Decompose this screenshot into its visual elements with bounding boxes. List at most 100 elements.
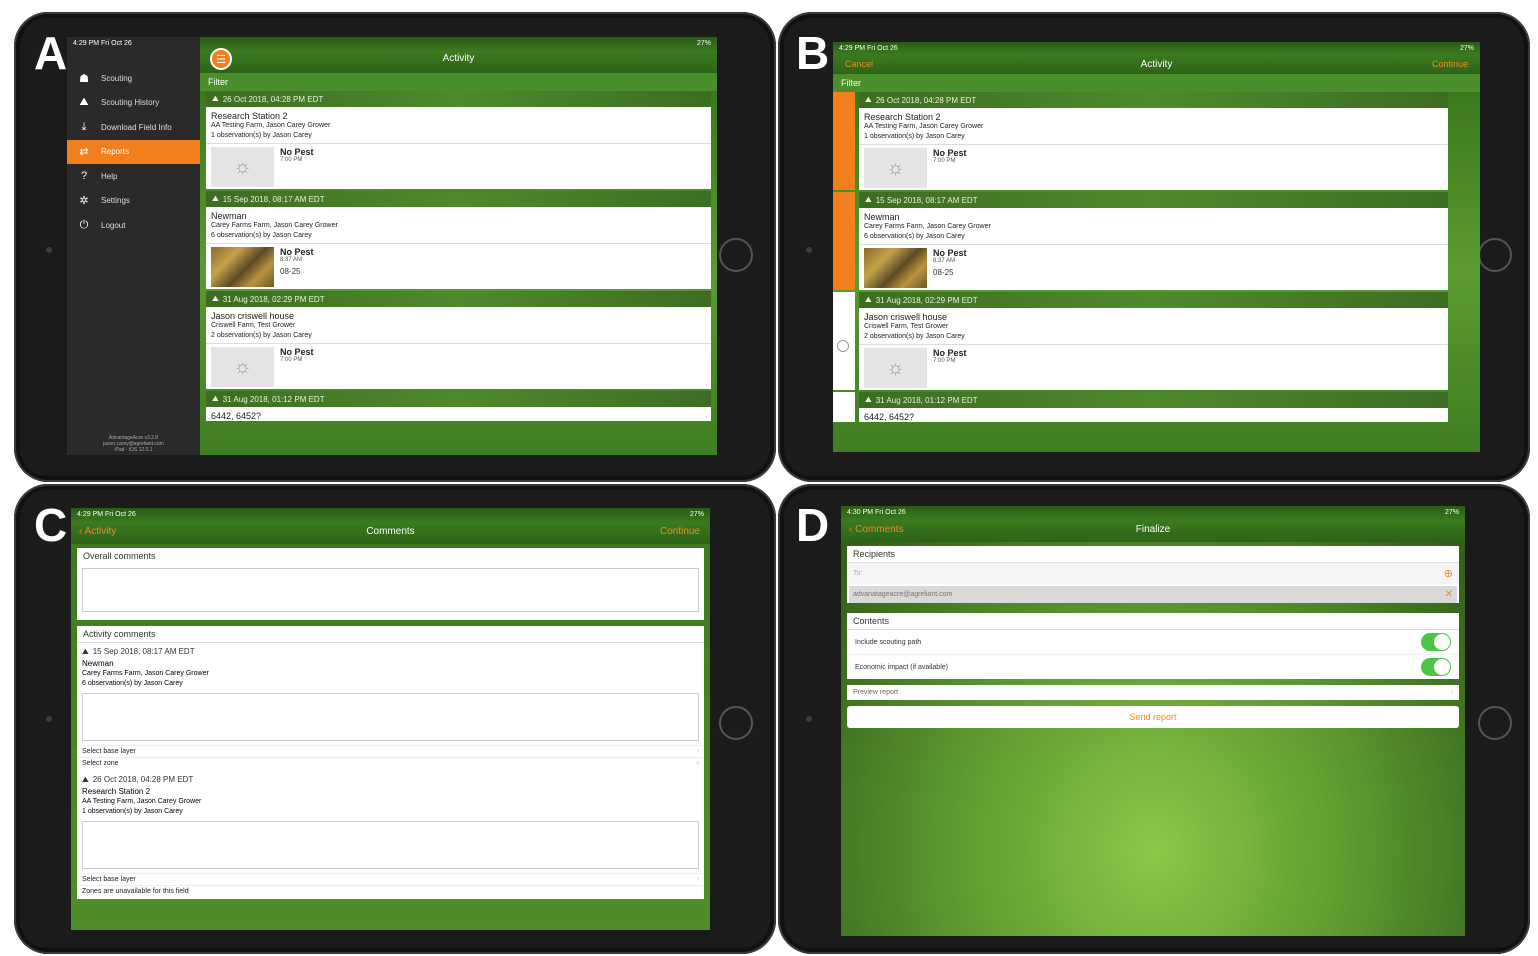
panel-letter-c: C (34, 499, 68, 551)
remove-recipient-icon[interactable]: ✕ (1445, 589, 1453, 600)
select-base-layer-row[interactable]: Select base layer › (77, 745, 704, 757)
unselected-radio[interactable] (837, 340, 849, 352)
download-icon: ⤓ (81, 120, 87, 133)
activity-date: 31 Aug 2018, 01:12 PM EDT (875, 395, 978, 405)
observation-info: No Pest 7:00 PM (280, 347, 314, 386)
panel-letter-a: A (34, 27, 68, 79)
send-report-button[interactable]: Send report (847, 706, 1459, 728)
option-economic-impact: Economic impact (if available) (847, 654, 1459, 679)
activity-card[interactable]: Research Station 2 AA Testing Farm, Jason… (859, 108, 1448, 190)
back-button-c[interactable]: ‹ Activity (79, 526, 116, 537)
activity-group[interactable]: ⛰ 31 Aug 2018, 02:29 PM EDT Jason criswell… (833, 292, 1448, 390)
activity-group[interactable]: ⛰ 15 Sep 2018, 08:17 AM EDT Newman Carey Fa… (206, 191, 711, 289)
activity-list-a: ⛰ 26 Oct 2018, 04:28 PM EDT Research Stati… (200, 91, 717, 455)
scouting-path-toggle[interactable] (1421, 633, 1451, 651)
observation-pest: No Pest (933, 348, 967, 358)
menu-item-reports[interactable]: ⇄ Reports (67, 139, 200, 164)
screen-b: 4:29 PM Fri Oct 26 27% Cancel Activity Co… (833, 42, 1480, 452)
activity-card[interactable]: Newman Carey Farms Farm, Jason Carey Grow… (206, 207, 711, 289)
option-scouting-path: Include scouting path (847, 630, 1459, 654)
activity-card[interactable]: 6442, 6452? (206, 407, 711, 421)
home-button-b[interactable] (1478, 238, 1512, 272)
activity-group[interactable]: ⛰ 26 Oct 2018, 04:28 PM EDT Research Stati… (206, 91, 711, 189)
recipients-label: Recipients (847, 546, 1459, 563)
home-button-d[interactable] (1478, 706, 1512, 740)
activity-comment-input[interactable] (82, 821, 699, 869)
observation-photo (864, 248, 927, 288)
contents-label: Contents (847, 613, 1459, 630)
menu-item-help[interactable]: ? Help (67, 164, 200, 189)
chevron-right-icon: › (696, 748, 699, 755)
add-recipient-icon[interactable]: ⊕ (1444, 567, 1453, 580)
activity-group[interactable]: ⛰ 26 Oct 2018, 04:28 PM EDT Research Stati… (833, 92, 1448, 190)
field-icon: ⛰ (865, 295, 872, 304)
select-base-layer-label: Select base layer (82, 748, 136, 755)
menu-item-scouting[interactable]: ☗ Scouting (67, 66, 200, 91)
menu-item-label: Help (101, 171, 118, 181)
zone-row[interactable]: Select zone › (77, 757, 704, 769)
activity-comment-input[interactable] (82, 693, 699, 741)
menu-item-download[interactable]: ⤓ Download Field Info (67, 115, 200, 140)
status-time: 4:29 PM Fri Oct 26 (73, 39, 132, 47)
activity-farm: Criswell Farm, Test Grower (864, 323, 949, 330)
composite-figure: A 4:29 PM Fri Oct 26 ☗ Scouting ⛰ Scouting … (0, 0, 1538, 956)
back-label-c: Activity (84, 525, 117, 537)
observation-row[interactable]: No Pest 8:37 AM 08-25 (206, 243, 711, 289)
overall-comments-section: Overall comments (77, 548, 704, 620)
selected-checkmark[interactable] (833, 92, 855, 190)
observation-row[interactable]: ☼ No Pest 7:00 PM (206, 143, 711, 189)
selected-checkmark[interactable] (833, 192, 855, 290)
activity-card[interactable]: Newman Carey Farms Farm, Jason Carey Grow… (859, 208, 1448, 290)
observation-time: 7:00 PM (280, 357, 303, 363)
activity-card[interactable]: 6442, 6452? (859, 408, 1448, 422)
activity-card[interactable]: Jason criswell house Criswell Farm, Test … (206, 307, 711, 389)
device-info: iPad - iOS 12.0.1 (114, 447, 153, 453)
continue-button-b[interactable]: Continue (1432, 59, 1468, 69)
activity-date-header: ⛰ 31 Aug 2018, 02:29 PM EDT (859, 292, 1448, 308)
back-button-d[interactable]: ‹ Comments (849, 524, 903, 535)
menu-item-settings[interactable]: ✲ Settings (67, 189, 200, 214)
observation-row[interactable]: ☼ No Pest 7:00 PM (859, 144, 1448, 190)
observation-row[interactable]: ☼ No Pest 7:00 PM (859, 344, 1448, 390)
ipad-frame-d: D 4:30 PM Fri Oct 26 27% ‹ Comments Final… (778, 484, 1530, 954)
comment-entry-header: ⛰ 26 Oct 2018, 04:28 PM EDT (77, 773, 704, 787)
home-button-c[interactable] (719, 706, 753, 740)
cancel-button[interactable]: Cancel (845, 59, 873, 69)
economic-impact-toggle[interactable] (1421, 658, 1451, 676)
menu-item-label: Logout (101, 220, 126, 230)
observation-pest: No Pest (280, 147, 314, 157)
activity-farm: AA Testing Farm, Jason Carey Grower (864, 123, 984, 130)
select-base-layer-row[interactable]: Select base layer › (77, 873, 704, 885)
activity-group[interactable]: ⛰ 31 Aug 2018, 02:29 PM EDT Jason criswell… (206, 291, 711, 389)
camera-b (806, 247, 812, 253)
observation-row[interactable]: No Pest 8:37 AM 08-25 (859, 244, 1448, 290)
menu-item-logout[interactable]: ⏻ Logout (67, 213, 200, 238)
filter-bar-b[interactable]: Filter (833, 74, 1480, 92)
observation-time: 8:37 AM (280, 257, 303, 263)
activity-group[interactable]: ⛰ 15 Sep 2018, 08:17 AM EDT Newman Carey Fa… (833, 192, 1448, 290)
continue-button-c[interactable]: Continue (660, 526, 700, 537)
activity-card[interactable]: Research Station 2 AA Testing Farm, Jason… (206, 107, 711, 189)
activity-card[interactable]: Jason criswell house Criswell Farm, Test … (859, 308, 1448, 390)
preview-report-row[interactable]: Preview report › (847, 685, 1459, 700)
activity-date: 15 Sep 2018, 08:17 AM EDT (875, 195, 978, 205)
field-icon: ⛰ (212, 394, 219, 403)
observation-row[interactable]: ☼ No Pest 7:00 PM (206, 343, 711, 389)
activity-group[interactable]: ⛰ 31 Aug 2018, 01:12 PM EDT 6442, 6452? (206, 391, 711, 421)
filter-bar-a[interactable]: Filter (200, 73, 717, 91)
menu-item-history[interactable]: ⛰ Scouting History (67, 91, 200, 116)
chevron-right-icon: › (696, 760, 699, 767)
preview-report-label: Preview report (853, 689, 899, 696)
activity-group[interactable]: ⛰ 31 Aug 2018, 01:12 PM EDT 6442, 6452? (833, 392, 1448, 422)
comment-entry-observations: 6 observation(s) by Jason Carey (82, 680, 183, 687)
comment-entry-farm: AA Testing Farm, Jason Carey Grower (82, 798, 202, 805)
nav-bar-d: 4:30 PM Fri Oct 26 27% ‹ Comments Finaliz… (841, 506, 1465, 542)
comment-entry: ⛰ 15 Sep 2018, 08:17 AM EDT Newman Carey Fa… (77, 643, 704, 771)
nav-row-c: ‹ Activity Comments Continue (71, 522, 710, 540)
comments-body: Overall comments Activity comments ⛰ 15 S… (71, 548, 710, 899)
menu-item-label: Settings (101, 196, 130, 206)
activity-list-b: ⛰ 26 Oct 2018, 04:28 PM EDT Research Stati… (833, 92, 1480, 452)
home-button-a[interactable] (719, 238, 753, 272)
ipad-frame-c: C 4:29 PM Fri Oct 26 27% ‹ Activity Comme… (14, 484, 776, 954)
overall-comments-input[interactable] (82, 568, 699, 612)
